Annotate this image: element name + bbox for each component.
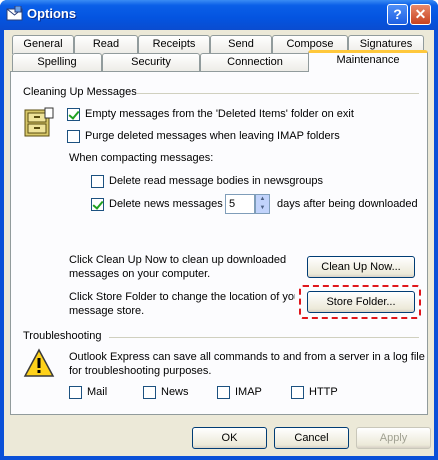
cleanup-description-line1: Click Clean Up Now to clean up downloade… <box>69 254 287 266</box>
store-description-line1: Click Store Folder to change the locatio… <box>69 291 295 303</box>
purge-imap-label[interactable]: Purge deleted messages when leaving IMAP… <box>85 130 340 142</box>
store-description-line2: message store. <box>69 305 145 317</box>
ok-button[interactable]: OK <box>192 427 267 449</box>
close-button[interactable]: ✕ <box>410 4 431 25</box>
troubleshooting-group-heading: Troubleshooting <box>23 330 102 342</box>
empty-deleted-items-checkbox[interactable] <box>67 108 80 121</box>
log-mail-label[interactable]: Mail <box>87 386 107 398</box>
help-button[interactable]: ? <box>387 4 408 25</box>
compacting-label: When compacting messages: <box>69 152 214 164</box>
log-http-checkbox[interactable] <box>291 386 304 399</box>
log-news-label[interactable]: News <box>161 386 189 398</box>
delete-news-label[interactable]: Delete news messages <box>109 198 223 210</box>
tab-maintenance[interactable]: Maintenance <box>308 50 428 72</box>
news-days-spinner[interactable]: ▲ ▼ <box>255 194 270 214</box>
window-title: Options <box>27 6 77 21</box>
cleanup-group-heading: Cleaning Up Messages <box>23 86 137 98</box>
empty-deleted-items-label[interactable]: Empty messages from the 'Deleted Items' … <box>85 108 354 120</box>
options-app-icon <box>6 6 23 21</box>
tab-security[interactable]: Security <box>102 53 200 72</box>
options-dialog: Options ? ✕ General Read Receipts Send C… <box>0 0 438 460</box>
dialog-client-area: General Read Receipts Send Compose Signa… <box>4 30 434 456</box>
log-http-label[interactable]: HTTP <box>309 386 338 398</box>
tab-general[interactable]: General <box>12 35 74 54</box>
spinner-down-icon[interactable]: ▼ <box>256 204 269 213</box>
apply-button[interactable]: Apply <box>356 427 431 449</box>
news-days-suffix: days after being downloaded <box>277 198 418 210</box>
cancel-button[interactable]: Cancel <box>274 427 349 449</box>
title-bar[interactable]: Options ? ✕ <box>0 0 438 30</box>
cleanup-description-line2: messages on your computer. <box>69 268 211 280</box>
troubleshooting-text-line1: Outlook Express can save all commands to… <box>69 351 425 363</box>
warning-icon <box>23 348 55 377</box>
tab-send[interactable]: Send <box>210 35 272 54</box>
log-imap-checkbox[interactable] <box>217 386 230 399</box>
tab-spelling[interactable]: Spelling <box>12 53 102 72</box>
troubleshooting-text-line2: for troubleshooting purposes. <box>69 365 212 377</box>
tab-read[interactable]: Read <box>74 35 138 54</box>
log-news-checkbox[interactable] <box>143 386 156 399</box>
tab-receipts[interactable]: Receipts <box>138 35 210 54</box>
log-mail-checkbox[interactable] <box>69 386 82 399</box>
delete-news-checkbox[interactable] <box>91 198 104 211</box>
store-folder-button[interactable]: Store Folder... <box>307 291 415 313</box>
cleanup-group-divider <box>137 93 419 94</box>
log-imap-label[interactable]: IMAP <box>235 386 262 398</box>
delete-read-bodies-label[interactable]: Delete read message bodies in newsgroups <box>109 175 323 187</box>
purge-imap-checkbox[interactable] <box>67 130 80 143</box>
tab-connection[interactable]: Connection <box>200 53 310 72</box>
file-cabinet-icon <box>24 107 54 137</box>
delete-read-bodies-checkbox[interactable] <box>91 175 104 188</box>
troubleshooting-group-divider <box>109 337 419 338</box>
maintenance-panel: Cleaning Up Messages Empty messages from… <box>10 71 428 415</box>
spinner-up-icon[interactable]: ▲ <box>256 195 269 204</box>
clean-up-now-button[interactable]: Clean Up Now... <box>307 256 415 278</box>
news-days-input[interactable]: 5 <box>225 194 255 214</box>
